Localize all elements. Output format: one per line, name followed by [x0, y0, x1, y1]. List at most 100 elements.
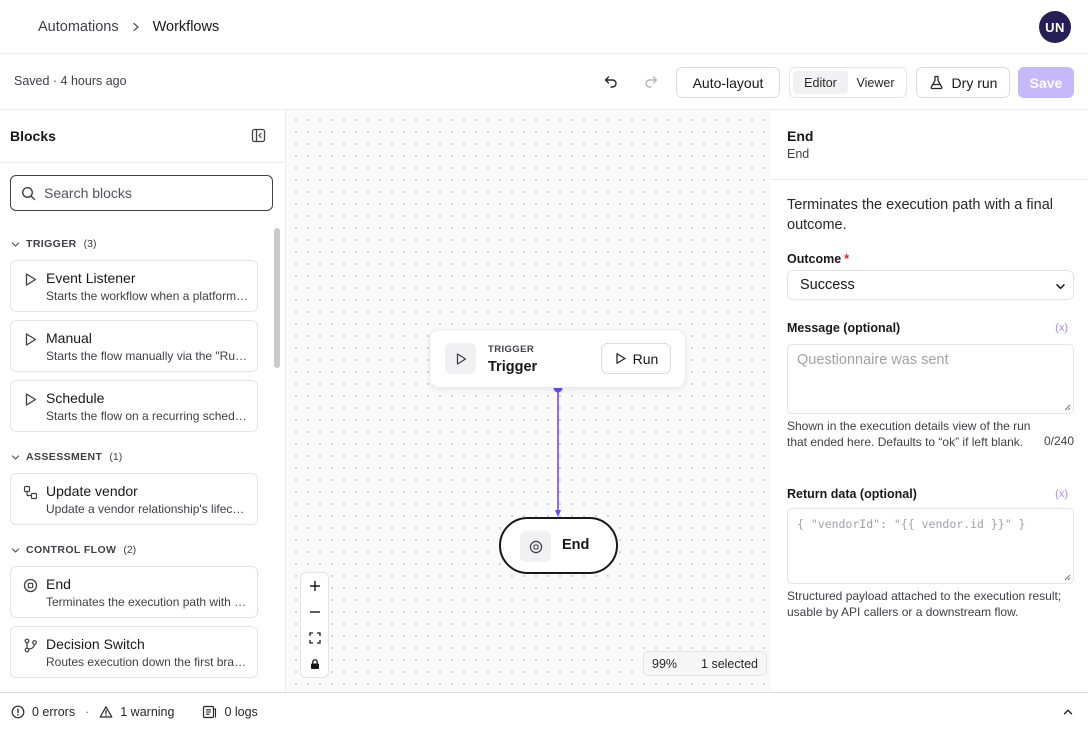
block-title: Manual [46, 330, 92, 346]
outcome-value: Success [800, 277, 855, 293]
fit-view-icon [308, 632, 321, 644]
breadcrumb-automations[interactable]: Automations [38, 19, 119, 35]
top-bar: Automations Workflows [0, 0, 1088, 54]
return-data-textarea[interactable]: { "vendorId": "{{ vendor.id }}" } [787, 508, 1074, 584]
blocks-scrollbar[interactable] [274, 228, 280, 368]
block-update-vendor[interactable]: Update vendor Update a vendor relationsh… [10, 473, 258, 525]
block-description: Routes execution down the first branch t… [46, 655, 250, 669]
chevron-up-icon[interactable] [1062, 706, 1074, 718]
block-decision-switch[interactable]: Decision Switch Routes execution down th… [10, 626, 258, 678]
resize-handle-icon[interactable] [1063, 403, 1071, 411]
message-variable-button[interactable]: (x) [1055, 322, 1068, 334]
blocks-title: Blocks [10, 128, 56, 144]
logs-count: 0 logs [224, 704, 258, 719]
blocks-panel-header: Blocks [0, 110, 285, 163]
chevron-down-icon [11, 241, 20, 247]
message-textarea[interactable]: Questionnaire was sent [787, 344, 1074, 414]
resize-handle-icon[interactable] [1063, 573, 1071, 581]
zoom-out-button[interactable] [301, 599, 328, 625]
fit-view-button[interactable] [301, 625, 328, 651]
end-node[interactable]: End [499, 517, 618, 574]
run-label: Run [632, 350, 659, 367]
block-manual[interactable]: Manual Starts the flow manually via the … [10, 320, 258, 372]
dry-run-button[interactable]: Dry run [916, 67, 1010, 98]
branch-icon [24, 638, 37, 653]
panel-collapse-icon[interactable] [251, 128, 266, 143]
block-schedule[interactable]: Schedule Starts the flow on a recurring … [10, 380, 258, 432]
play-icon [25, 333, 37, 346]
block-description: Starts the workflow when a platform even… [46, 289, 250, 303]
errors-status[interactable]: 0 errors [11, 705, 75, 719]
outcome-label-text: Outcome [787, 252, 842, 266]
group-assessment[interactable]: ASSESSMENT (1) [11, 451, 122, 463]
lock-button[interactable] [301, 651, 328, 677]
group-trigger[interactable]: TRIGGER (3) [11, 238, 96, 250]
message-placeholder: Questionnaire was sent [797, 352, 949, 368]
inspector-description: Terminates the execution path with a fin… [787, 197, 1053, 233]
undo-icon [604, 76, 617, 88]
mode-viewer-tab[interactable]: Viewer [848, 71, 903, 94]
warnings-count: 1 warning [120, 704, 175, 719]
group-control-flow[interactable]: CONTROL FLOW (2) [11, 544, 136, 556]
save-button[interactable]: Save [1018, 67, 1074, 98]
group-assessment-name: ASSESSMENT [26, 451, 103, 463]
auto-layout-button[interactable]: Auto-layout [676, 67, 780, 98]
user-avatar[interactable]: UN [1039, 11, 1071, 43]
return-data-variable-button[interactable]: (x) [1055, 488, 1068, 500]
selection-count: 1 selected [701, 656, 759, 671]
zoom-status: 99% 1 selected [643, 651, 768, 676]
redo-icon [645, 76, 658, 88]
message-label: Message (optional) [787, 321, 901, 335]
search-input[interactable] [44, 185, 264, 201]
blocks-panel: Blocks TRIGGER (3) Event Listener Starts … [0, 110, 286, 692]
chevron-down-icon [11, 454, 20, 460]
chevron-down-icon [1056, 284, 1065, 290]
block-description: Terminates the execution path with a fin… [46, 595, 250, 609]
node-icon-box [520, 531, 551, 562]
plus-icon [309, 581, 320, 591]
warnings-status[interactable]: 1 warning [99, 705, 174, 719]
play-icon [25, 273, 37, 286]
undo-button[interactable] [597, 67, 625, 95]
alert-circle-icon [11, 705, 25, 718]
chevron-right-icon [132, 22, 139, 31]
outcome-label: Outcome * [787, 252, 849, 266]
logs-status[interactable]: 0 logs [202, 704, 258, 719]
block-event-listener[interactable]: Event Listener Starts the workflow when … [10, 260, 258, 312]
lock-icon [310, 659, 319, 669]
errors-count: 0 errors [32, 704, 76, 719]
edge-trigger-to-end[interactable] [286, 110, 771, 692]
dry-run-label: Dry run [951, 74, 998, 91]
mode-editor-tab[interactable]: Editor [793, 71, 848, 94]
search-blocks [10, 175, 273, 211]
trigger-node-kicker: TRIGGER [488, 344, 535, 355]
zoom-in-button[interactable] [301, 573, 328, 599]
saved-status: Saved · 4 hours ago [14, 74, 127, 88]
trigger-node-name: Trigger [488, 359, 538, 375]
minus-icon [309, 611, 320, 613]
run-button[interactable]: Run [601, 343, 671, 374]
block-title: Event Listener [46, 270, 136, 286]
block-description: Starts the flow manually via the "Run" b… [46, 349, 250, 363]
end-node-name: End [562, 537, 590, 553]
block-title: End [46, 576, 71, 592]
play-icon [616, 353, 626, 364]
block-title: Schedule [46, 390, 105, 406]
workflow-canvas[interactable]: TRIGGER Trigger Run End 99% 1 selected [286, 110, 771, 692]
group-trigger-count: (3) [83, 238, 97, 250]
stop-circle-icon [23, 578, 38, 593]
block-description: Update a vendor relationship's lifecycle [46, 502, 250, 516]
group-control-flow-name: CONTROL FLOW [26, 544, 117, 556]
return-data-placeholder: { "vendorId": "{{ vendor.id }}" } [797, 517, 1026, 531]
outcome-select[interactable]: Success [787, 270, 1074, 300]
group-assessment-count: (1) [109, 451, 123, 463]
inspector-title: End [787, 128, 814, 144]
zoom-controls [300, 572, 329, 678]
inspector-subtitle: End [787, 147, 810, 161]
redo-button[interactable] [637, 67, 665, 95]
message-help: Shown in the execution details view of t… [787, 419, 1031, 449]
node-icon-box [445, 343, 476, 374]
inspector-panel: End End Terminates the execution path wi… [771, 110, 1088, 692]
trigger-node[interactable]: TRIGGER Trigger Run [429, 329, 686, 388]
block-end[interactable]: End Terminates the execution path with a… [10, 566, 258, 618]
